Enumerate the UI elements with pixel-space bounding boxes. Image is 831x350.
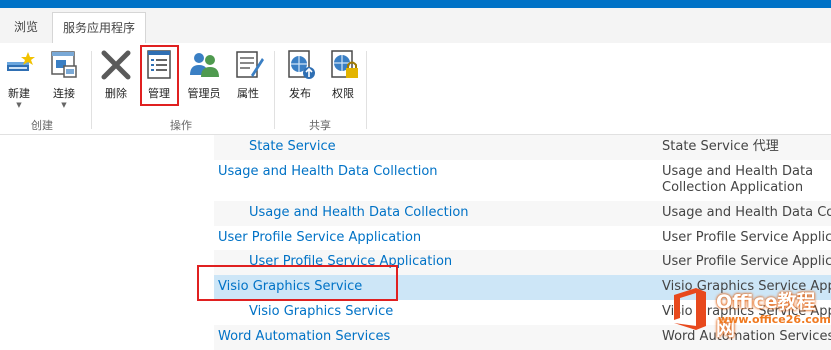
tab-service-applications[interactable]: 服务应用程序 [52,12,146,44]
service-type: Usage and Health Data Collection Proxy [662,205,831,220]
service-row[interactable]: State Service State Service 代理 [214,135,831,160]
publish-icon [288,50,315,79]
ribbon-tabs: 浏览 服务应用程序 [0,8,831,44]
watermark: Office教程网 www.office26.com [666,283,831,340]
administrators-button[interactable]: 管理员 [185,49,223,107]
service-name-link[interactable]: State Service [249,139,336,154]
service-name-link[interactable]: Visio Graphics Service [218,279,362,294]
chevron-down-icon: ▼ [16,101,22,109]
service-type: User Profile Service Application Proxy [662,254,831,269]
service-type: Usage and Health Data Collection Applica… [662,164,814,195]
administrators-button-label: 管理员 [187,87,221,100]
delete-button[interactable]: 删除 [100,49,132,107]
permissions-button[interactable]: 权限 [328,49,358,107]
properties-icon [236,51,264,78]
administrators-icon [190,53,219,77]
service-name-link[interactable]: Word Automation Services [218,329,390,344]
service-name-link[interactable]: Usage and Health Data Collection [218,164,438,179]
ribbon: 新建 ▼ 连接 ▼ 创建 删除 管理 管理员 属性 操作 发布 权限 共享 [0,43,831,135]
service-name-link[interactable]: User Profile Service Application [249,254,452,269]
service-type: User Profile Service Application [662,230,831,245]
service-row[interactable]: User Profile Service Application User Pr… [214,250,831,275]
connect-button-label: 连接 [53,87,75,100]
new-icon [7,52,35,71]
properties-button-label: 属性 [237,87,259,100]
manage-button-label: 管理 [148,87,170,100]
connect-icon [51,51,77,78]
service-row[interactable]: Usage and Health Data Collection Usage a… [214,201,831,226]
watermark-url: www.office26.com [718,313,831,326]
new-button[interactable]: 新建 ▼ [4,49,35,109]
publish-button[interactable]: 发布 [285,49,315,107]
office-logo-icon [674,288,706,330]
publish-button-label: 发布 [289,87,311,100]
service-row[interactable]: User Profile Service Application User Pr… [214,226,831,250]
service-name-link[interactable]: Visio Graphics Service [249,304,393,319]
service-type: State Service 代理 [662,139,779,154]
properties-button[interactable]: 属性 [233,49,264,107]
delete-button-label: 删除 [105,87,127,100]
service-row[interactable]: Usage and Health Data Collection Usage a… [214,160,831,201]
group-label-operations: 操作 [170,119,192,132]
new-button-label: 新建 [8,87,30,100]
connect-button[interactable]: 连接 ▼ [48,49,80,109]
manage-icon [147,50,171,79]
suite-bar [0,0,831,8]
service-name-link[interactable]: Usage and Health Data Collection [249,205,469,220]
manage-button[interactable]: 管理 [143,49,175,107]
service-name-link[interactable]: User Profile Service Application [218,230,421,245]
tab-browse[interactable]: 浏览 [0,12,52,43]
group-divider [366,51,367,129]
permissions-button-label: 权限 [332,87,354,100]
group-label-share: 共享 [309,119,331,132]
chevron-down-icon: ▼ [61,101,67,109]
group-label-create: 创建 [31,119,53,132]
delete-icon [101,50,131,80]
permissions-icon [331,50,358,78]
